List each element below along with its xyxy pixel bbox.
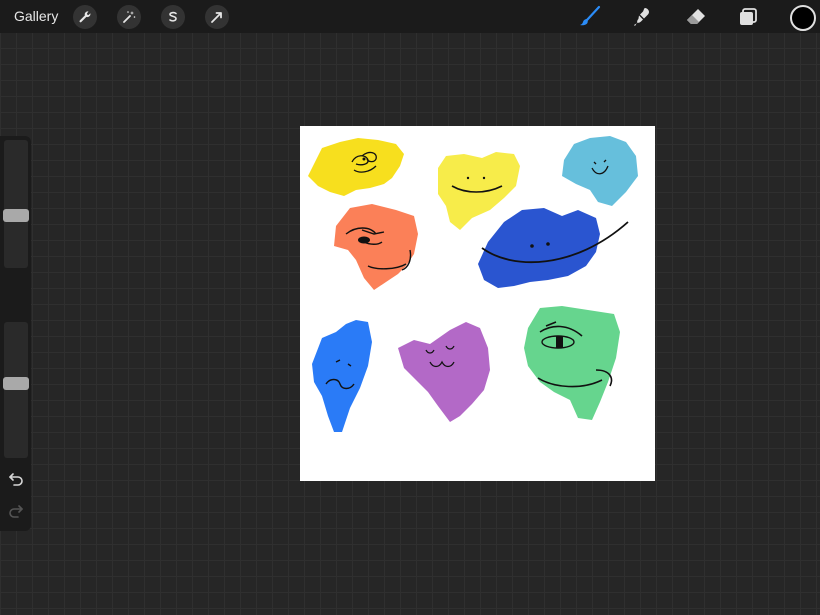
adjustments-button[interactable] [117, 5, 141, 29]
orange-face-blob [334, 204, 418, 290]
blue-blob-shape [312, 320, 372, 432]
actions-button[interactable] [73, 5, 97, 29]
color-picker-button[interactable] [790, 5, 816, 31]
light-yellow-face-blob [438, 152, 520, 230]
brush-button[interactable] [577, 4, 603, 30]
eraser-icon [687, 9, 705, 24]
selection-button[interactable] [161, 5, 185, 29]
opacity-thumb[interactable] [3, 377, 29, 390]
blue-face-blob [312, 320, 372, 432]
yellow-blob-shape [308, 138, 404, 196]
yellow-face-blob [308, 138, 404, 196]
undo-icon[interactable] [8, 472, 24, 486]
light-yellow-blob-shape [438, 152, 520, 230]
yellow-face-eye [362, 157, 366, 161]
light-blue-face-blob [562, 136, 638, 206]
transform-button[interactable] [205, 5, 229, 29]
orange-blob-shape [334, 204, 418, 290]
dark-blue-eye-right [546, 242, 550, 246]
brush-icon [580, 5, 601, 26]
drawing-canvas[interactable] [300, 126, 655, 481]
arrow-icon [211, 12, 222, 23]
light-yellow-eye-right [482, 176, 486, 180]
opacity-slider[interactable] [3, 322, 29, 458]
top-toolbar: Gallery [0, 0, 820, 33]
left-sidebar [0, 136, 31, 531]
purple-face-blob [398, 322, 490, 422]
dark-blue-face-blob [478, 208, 629, 288]
redo-icon[interactable] [8, 504, 24, 518]
green-blob-shape [524, 306, 620, 420]
smudge-button[interactable] [630, 4, 656, 30]
dark-blue-blob-shape [478, 208, 600, 288]
gallery-button[interactable]: Gallery [14, 8, 58, 24]
brush-size-slider[interactable] [3, 140, 29, 268]
green-face-blob [524, 306, 620, 420]
layers-icon [740, 8, 757, 25]
orange-face-eye [358, 236, 370, 244]
eraser-button[interactable] [683, 4, 709, 30]
selection-icon [169, 11, 177, 22]
green-face-pupil [556, 336, 563, 348]
artwork [308, 136, 638, 432]
brush-size-thumb[interactable] [3, 209, 29, 222]
dark-blue-eye-left [530, 244, 534, 248]
light-blue-blob-shape [562, 136, 638, 206]
light-yellow-eye-left [466, 176, 470, 180]
layers-button[interactable] [735, 4, 761, 30]
purple-blob-shape [398, 322, 490, 422]
smudge-icon [634, 8, 649, 26]
wrench-icon [79, 11, 91, 23]
magic-wand-icon [123, 11, 136, 23]
